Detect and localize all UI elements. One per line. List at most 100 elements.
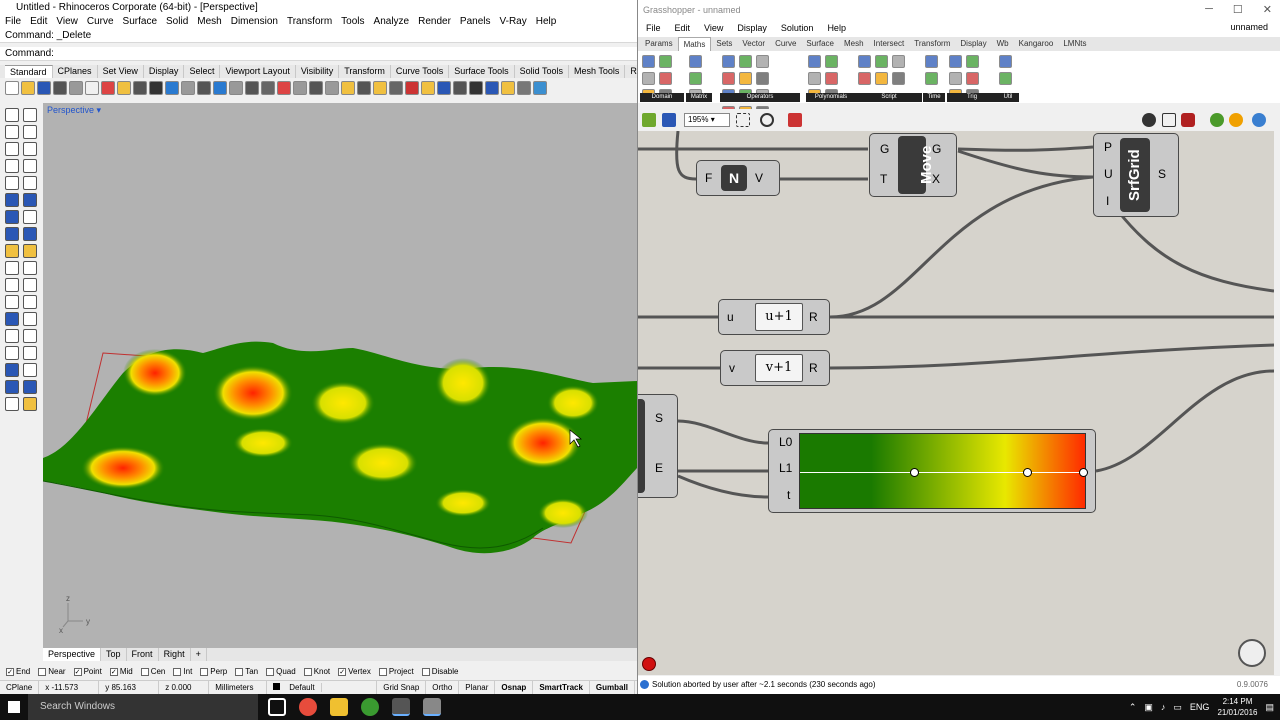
component-icon[interactable] [689, 55, 702, 68]
tool-icon[interactable] [5, 142, 19, 156]
output-e[interactable]: E [655, 461, 663, 475]
checkbox[interactable] [38, 668, 47, 676]
toolbar-tab-curve-tools[interactable]: Curve Tools [391, 65, 450, 78]
component-icon[interactable] [925, 55, 938, 68]
action-center-icon[interactable]: ▤ [1265, 702, 1274, 713]
menu-solid[interactable]: Solid [166, 15, 188, 29]
group-label-matrix[interactable]: Matrix [686, 93, 712, 102]
output-s[interactable]: S [655, 411, 663, 425]
grid-snap-toggle[interactable]: Grid Snap [377, 681, 427, 694]
display-sphere-icon[interactable] [1252, 113, 1266, 127]
rhino-app-icon[interactable] [392, 698, 410, 716]
gh-menu-solution[interactable]: Solution [781, 20, 814, 37]
input-t[interactable]: t [787, 488, 790, 502]
tool-icon[interactable] [133, 81, 147, 95]
viewport-tab-add[interactable]: + [191, 648, 207, 661]
menu-surface[interactable]: Surface [123, 15, 157, 29]
ortho-toggle[interactable]: Ortho [426, 681, 460, 694]
preview-eye-icon[interactable] [760, 113, 774, 127]
gh-tab-params[interactable]: Params [640, 37, 678, 51]
component-icon[interactable] [756, 72, 769, 85]
osnap-quad[interactable]: Quad [266, 665, 296, 679]
osnap-project[interactable]: Project [378, 665, 414, 679]
component-icon[interactable] [858, 55, 871, 68]
group-label-time[interactable]: Time [923, 93, 945, 102]
tool-icon[interactable] [293, 81, 307, 95]
tool-icon[interactable] [149, 81, 163, 95]
input-i[interactable]: I [1106, 194, 1109, 208]
expression-component-u[interactable]: u u+1 R [718, 299, 830, 335]
toolbar-tab-display[interactable]: Display [144, 65, 185, 78]
tool-icon[interactable] [165, 81, 179, 95]
toolbar-tab-mesh-tools[interactable]: Mesh Tools [569, 65, 626, 78]
osnap-point[interactable]: ✓ Point [73, 665, 102, 679]
tool-icon[interactable] [437, 81, 451, 95]
osnap-knot[interactable]: Knot [303, 665, 330, 679]
tool-icon[interactable] [197, 81, 211, 95]
component-icon[interactable] [892, 55, 905, 68]
menu-render[interactable]: Render [418, 15, 451, 29]
checkbox[interactable] [235, 668, 244, 676]
tool-icon[interactable] [23, 227, 37, 241]
gradient-component[interactable]: L0 L1 t [768, 429, 1096, 513]
gh-tab-sets[interactable]: Sets [711, 37, 737, 51]
component-icon[interactable] [999, 72, 1012, 85]
tool-icon[interactable] [23, 108, 37, 122]
menu-help[interactable]: Help [536, 15, 557, 29]
osnap-mid[interactable]: ✓ Mid [109, 665, 133, 679]
navigation-wheel-icon[interactable] [1238, 639, 1266, 667]
tool-icon[interactable] [23, 142, 37, 156]
output-g[interactable]: G [932, 142, 941, 156]
task-view-icon[interactable] [268, 698, 286, 716]
tool-icon[interactable] [23, 244, 37, 258]
component-icon[interactable] [722, 72, 735, 85]
component-icon[interactable] [722, 55, 735, 68]
tool-icon[interactable] [421, 81, 435, 95]
tool-icon[interactable] [37, 81, 51, 95]
gh-menu-display[interactable]: Display [737, 20, 767, 37]
gh-tab-display[interactable]: Display [955, 37, 991, 51]
tool-icon[interactable] [517, 81, 531, 95]
checkbox[interactable] [140, 668, 149, 676]
tool-icon[interactable] [117, 81, 131, 95]
viewport-tab-front[interactable]: Front [127, 648, 159, 661]
tool-icon[interactable] [5, 176, 19, 190]
tool-icon[interactable] [23, 397, 37, 411]
tool-icon[interactable] [5, 125, 19, 139]
windows-start-icon[interactable] [8, 701, 20, 713]
tool-icon[interactable] [23, 295, 37, 309]
tool-icon[interactable] [5, 346, 19, 360]
component-icon[interactable] [739, 55, 752, 68]
gh-menu-edit[interactable]: Edit [675, 20, 691, 37]
checkbox[interactable] [266, 668, 275, 676]
tool-icon[interactable] [23, 363, 37, 377]
output-s[interactable]: S [1158, 167, 1166, 181]
component-icon[interactable] [642, 55, 655, 68]
preview-selected-icon[interactable] [1181, 113, 1195, 127]
tool-icon[interactable] [325, 81, 339, 95]
menu-transform[interactable]: Transform [287, 15, 332, 29]
move-component[interactable]: G T Move G X [869, 133, 957, 197]
tool-icon[interactable] [485, 81, 499, 95]
gradient-stop-handle[interactable] [1023, 468, 1032, 477]
tool-icon[interactable] [341, 81, 355, 95]
component-icon[interactable] [999, 55, 1012, 68]
menu-mesh[interactable]: Mesh [197, 15, 221, 29]
component-icon[interactable] [689, 72, 702, 85]
gh-tab-transform[interactable]: Transform [909, 37, 955, 51]
tool-icon[interactable] [501, 81, 515, 95]
component-icon[interactable] [966, 55, 979, 68]
component-icon[interactable] [925, 72, 938, 85]
checkbox[interactable]: ✓ [109, 668, 118, 676]
output-r[interactable]: R [809, 361, 818, 375]
checkbox[interactable] [303, 668, 312, 676]
gh-menu-file[interactable]: File [646, 20, 661, 37]
close-icon[interactable]: ✕ [1263, 3, 1272, 16]
input-v[interactable]: v [729, 361, 735, 375]
tool-icon[interactable] [453, 81, 467, 95]
output-v[interactable]: V [755, 171, 763, 185]
tray-up-arrow-icon[interactable]: ⌃ [1129, 702, 1137, 713]
gh-tab-surface[interactable]: Surface [801, 37, 839, 51]
toolbar-tab-transform[interactable]: Transform [339, 65, 391, 78]
expression-component-v[interactable]: v v+1 R [720, 350, 830, 386]
